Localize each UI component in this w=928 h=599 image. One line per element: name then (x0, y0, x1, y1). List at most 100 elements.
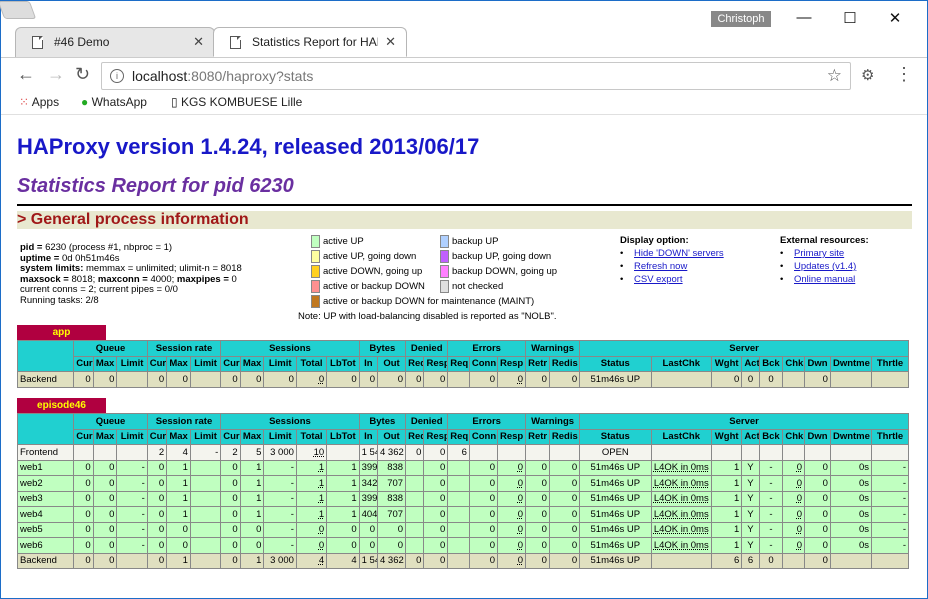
table-cell: 0 (423, 521, 449, 538)
legend-swatch (311, 295, 320, 308)
maximize-icon[interactable]: ☐ (836, 9, 864, 27)
table-cell (650, 444, 713, 461)
table-cell[interactable]: L4OK in 0ms (650, 506, 713, 523)
profile-badge[interactable]: Christoph (711, 11, 771, 27)
table-cell: 0 (525, 537, 550, 554)
row-name[interactable]: web5 (16, 521, 75, 538)
close-window-icon[interactable]: ✕ (881, 9, 909, 27)
table-cell: 51m46s UP (579, 506, 652, 523)
minimize-icon[interactable]: — (790, 9, 818, 26)
table-cell[interactable]: 1 (295, 506, 328, 523)
table-cell: Y (741, 521, 760, 538)
back-icon[interactable]: ← (17, 64, 35, 85)
row-name[interactable]: Frontend (16, 444, 75, 461)
new-tab-button[interactable] (0, 1, 37, 19)
tab-stats[interactable]: Statistics Report for HAP ✕ (213, 27, 407, 57)
table-cell[interactable]: 0 (295, 521, 328, 538)
extension-icon[interactable]: ⚙ (861, 66, 874, 84)
row-name[interactable]: web3 (16, 490, 75, 507)
table-cell[interactable]: 0 (496, 490, 527, 507)
table-cell[interactable]: 0 (496, 475, 527, 492)
table-cell[interactable]: 0 (496, 521, 527, 538)
table-cell[interactable]: 1 (295, 490, 328, 507)
header-group: Denied (405, 340, 449, 357)
hide-down-link[interactable]: Hide 'DOWN' servers (620, 248, 724, 259)
table-cell[interactable]: 0 (496, 552, 527, 569)
row-name[interactable]: web2 (16, 475, 75, 492)
table-cell (189, 371, 222, 388)
table-cell: 51m46s UP (579, 537, 652, 554)
row-name[interactable]: web4 (16, 506, 75, 523)
table-cell: 0 (220, 552, 241, 569)
table-cell: 0 (405, 371, 425, 388)
table-cell[interactable]: L4OK in 0ms (650, 537, 713, 554)
close-icon[interactable]: ✕ (193, 34, 204, 50)
table-cell[interactable]: 0 (496, 371, 527, 388)
table-cell[interactable]: L4OK in 0ms (650, 459, 713, 476)
table-cell: 0 (804, 506, 831, 523)
row-name[interactable]: Backend (16, 552, 75, 569)
url-text[interactable]: localhost:8080/haproxy?stats (132, 68, 313, 84)
bookmark-apps[interactable]: ⁙ Apps (19, 95, 59, 109)
bookmark-whatsapp[interactable]: ● WhatsApp (81, 95, 147, 109)
table-cell: 707 (376, 475, 407, 492)
table-cell[interactable]: 0 (295, 537, 328, 554)
table-cell[interactable]: L4OK in 0ms (650, 490, 713, 507)
page-icon (32, 36, 43, 49)
table-cell[interactable]: 1 (295, 459, 328, 476)
info-icon[interactable]: i (110, 69, 124, 83)
close-icon[interactable]: ✕ (385, 34, 396, 50)
star-icon[interactable]: ☆ (827, 66, 842, 86)
table-cell[interactable]: 0 (496, 537, 527, 554)
proxy-title-app[interactable]: app (17, 325, 106, 340)
row-name[interactable]: web6 (16, 537, 75, 554)
table-cell[interactable]: 0 (782, 490, 806, 507)
table-cell[interactable]: 1 (295, 475, 328, 492)
reload-icon[interactable]: ↻ (75, 64, 90, 85)
table-cell[interactable]: 10 (295, 444, 328, 461)
table-cell: - (871, 537, 909, 554)
refresh-link[interactable]: Refresh now (620, 261, 724, 272)
row-name[interactable]: Backend (16, 371, 75, 388)
header-group: Bytes (358, 340, 407, 357)
primary-site-link[interactable]: Primary site (780, 248, 869, 259)
table-cell[interactable]: 0 (782, 475, 806, 492)
table-cell (189, 552, 222, 569)
table-cell[interactable]: 0 (782, 459, 806, 476)
table-row: Frontend24-253 000101 5444 362006OPEN (16, 444, 909, 461)
updates-link[interactable]: Updates (v1.4) (780, 261, 869, 272)
table-cell[interactable]: 0 (782, 521, 806, 538)
table-cell: 0 (548, 459, 581, 476)
table-cell[interactable]: 0 (496, 506, 527, 523)
manual-link[interactable]: Online manual (780, 274, 869, 285)
tab-demo[interactable]: #46 Demo ✕ (15, 27, 215, 57)
table-row: web1 0 0-0 1 0 1-1 1 399 838 0 0 0 0 0 51m46s UP L4OK i… (16, 459, 909, 476)
table-cell[interactable]: 0 (496, 459, 527, 476)
table-row: web5 0 0-0 0 0 0-0 0 0 0 0 0 0 0 0 51m46s UP L4OK in 0m… (16, 521, 909, 538)
menu-icon[interactable]: ⋮ (895, 64, 913, 85)
proxy-title-episode46[interactable]: episode46 (17, 398, 106, 413)
row-name[interactable]: web1 (16, 459, 75, 476)
table-cell[interactable]: 0 (782, 506, 806, 523)
table-cell[interactable]: L4OK in 0ms (650, 521, 713, 538)
address-bar[interactable]: i localhost:8080/haproxy?stats ☆ (101, 62, 851, 90)
table-cell[interactable]: 0 (782, 537, 806, 554)
table-row: web6 0 0-0 0 0 0-0 0 0 0 0 0 0 0 0 51m46s UP L4OK in 0m… (16, 537, 909, 554)
table-cell (650, 552, 713, 569)
bookmark-kgs[interactable]: ▯ KGS KOMBUESE Lille (171, 95, 302, 109)
header-column: Chk (782, 355, 806, 372)
table-cell: - (871, 490, 909, 507)
table-cell[interactable]: L4OK in 0ms (650, 475, 713, 492)
table-cell (405, 506, 425, 523)
table-cell[interactable]: 0 (295, 371, 328, 388)
table-cell (468, 444, 498, 461)
table-cell: 0 (92, 475, 118, 492)
table-cell: 1 (239, 475, 265, 492)
table-cell: - (758, 521, 784, 538)
header-column: Max (166, 355, 191, 372)
csv-export-link[interactable]: CSV export (620, 274, 724, 285)
table-cell[interactable]: 4 (295, 552, 328, 569)
forward-icon[interactable]: → (47, 64, 65, 85)
table-cell: 51m46s UP (579, 475, 652, 492)
table-cell: - (758, 537, 784, 554)
